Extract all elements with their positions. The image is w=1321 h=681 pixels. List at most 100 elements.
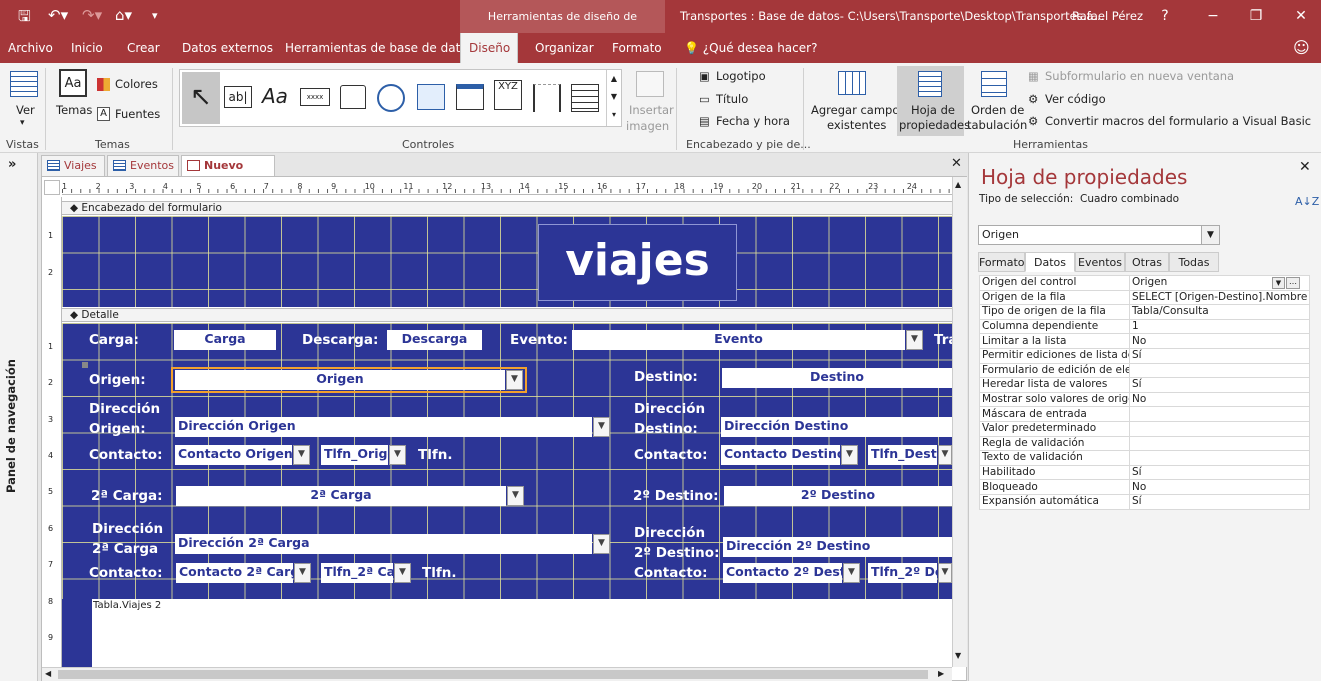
property-row[interactable]: Máscara de entrada: [979, 406, 1310, 422]
contacto-destino2-dropdown-icon[interactable]: ▼: [843, 563, 860, 583]
contacto-destino-dropdown-icon[interactable]: ▼: [841, 445, 858, 465]
property-row[interactable]: Regla de validación: [979, 435, 1310, 452]
tlfn-destino-dropdown-icon[interactable]: ▼: [938, 445, 952, 465]
property-value[interactable]: [1129, 450, 1310, 466]
smiley-icon[interactable]: ☺: [1285, 33, 1318, 63]
fonts-button[interactable]: Fuentes: [115, 107, 160, 121]
property-value[interactable]: Sí: [1129, 464, 1310, 481]
property-row[interactable]: Origen del control Origen: [979, 275, 1310, 291]
textbox-icon[interactable]: ab|: [224, 86, 252, 108]
selection-dropdown-icon[interactable]: ▼: [1201, 226, 1219, 244]
view-icon[interactable]: [10, 71, 38, 97]
convert-macros-button[interactable]: Convertir macros del formulario a Visual…: [1045, 114, 1311, 128]
contacto-origen-dropdown-icon[interactable]: ▼: [293, 445, 310, 465]
tab-inicio[interactable]: Inicio: [63, 33, 111, 63]
contacto-destino2-combo[interactable]: Contacto 2º Destino: [723, 563, 842, 583]
carga2-combo[interactable]: 2ª Carga: [176, 486, 506, 506]
tab-control-icon[interactable]: [340, 85, 366, 109]
scroll-thumb[interactable]: [58, 670, 928, 679]
tab-archivo[interactable]: Archivo: [0, 33, 61, 63]
tab-diseno[interactable]: Diseño: [460, 33, 518, 63]
control-source-dropdown-icon[interactable]: ▼: [1272, 277, 1285, 289]
redo-icon[interactable]: ↷▾: [82, 6, 102, 24]
selection-dropdown[interactable]: Origen: [978, 225, 1220, 245]
save-icon[interactable]: 🖫: [18, 6, 31, 31]
destino2-field[interactable]: 2º Destino: [724, 486, 952, 506]
prop-tab-todas[interactable]: Todas: [1169, 252, 1219, 272]
property-value[interactable]: No: [1129, 391, 1310, 408]
doc-tab-eventos[interactable]: Eventos: [107, 155, 179, 176]
evento-dropdown-icon[interactable]: ▼: [906, 330, 923, 350]
property-value[interactable]: No: [1129, 479, 1310, 495]
contacto-carga2-dropdown-icon[interactable]: ▼: [294, 563, 311, 583]
tab-organizar[interactable]: Organizar: [527, 33, 602, 63]
tlfn-carga2-dropdown-icon[interactable]: ▼: [394, 563, 411, 583]
direccion-destino2-field[interactable]: Dirección 2º Destino: [723, 537, 952, 557]
view-dropdown-icon[interactable]: ▾: [20, 118, 25, 128]
option-group-icon[interactable]: XYZ: [494, 80, 522, 110]
prop-tab-datos[interactable]: Datos: [1025, 252, 1075, 272]
destino-field[interactable]: Destino: [722, 368, 952, 388]
hyperlink-icon[interactable]: [377, 84, 405, 112]
direccion-carga2-combo[interactable]: Dirección 2ª Carga: [175, 534, 592, 554]
property-value[interactable]: SELECT [Origen-Destino].Nombre FR: [1129, 289, 1310, 306]
property-value[interactable]: Sí: [1129, 493, 1310, 510]
direccion-origen-dropdown-icon[interactable]: ▼: [593, 417, 610, 437]
property-row[interactable]: Expansión automática Sí: [979, 493, 1310, 510]
horizontal-scrollbar[interactable]: ◀ ▶: [42, 667, 952, 681]
property-row[interactable]: Formulario de edición de elei: [979, 362, 1310, 379]
form-title[interactable]: viajes: [538, 224, 737, 301]
carga2-dropdown-icon[interactable]: ▼: [507, 486, 524, 506]
format-painter-icon[interactable]: ⌂▾: [115, 6, 132, 24]
tab-herramientas-bd[interactable]: Herramientas de base de datos: [277, 33, 482, 63]
property-value[interactable]: No: [1129, 333, 1310, 349]
property-value[interactable]: [1129, 362, 1310, 379]
tab-order-button[interactable]: Orden de: [971, 103, 1024, 117]
title-button[interactable]: Título: [716, 92, 748, 106]
property-value[interactable]: Sí: [1129, 377, 1310, 393]
property-value[interactable]: Tabla/Consulta: [1129, 304, 1310, 320]
detail-band[interactable]: ◆ Detalle: [62, 308, 952, 322]
button-icon[interactable]: xxxx: [300, 88, 330, 106]
prop-tab-otras[interactable]: Otras: [1125, 252, 1169, 272]
descarga-field[interactable]: Descarga: [387, 330, 482, 350]
close-property-sheet-icon[interactable]: ✕: [1299, 159, 1311, 175]
colors-button[interactable]: Colores: [115, 77, 158, 91]
tlfn-destino-combo[interactable]: Tlfn_Destir: [868, 445, 937, 465]
property-row[interactable]: Heredar lista de valores Sí: [979, 377, 1310, 393]
contacto-origen-combo[interactable]: Contacto Origen: [175, 445, 292, 465]
origen-dropdown-icon[interactable]: ▼: [506, 370, 523, 390]
form-header-band[interactable]: ◆ Encabezado del formulario: [62, 201, 952, 215]
subform-new-window-button[interactable]: Subformulario en nueva ventana: [1045, 69, 1234, 83]
prop-tab-formato[interactable]: Formato: [978, 252, 1025, 272]
direccion-destino-field[interactable]: Dirección Destino: [721, 417, 952, 437]
property-row[interactable]: Texto de validación: [979, 450, 1310, 466]
property-row[interactable]: Bloqueado No: [979, 479, 1310, 495]
view-button[interactable]: Ver: [16, 103, 35, 117]
property-row[interactable]: Valor predeterminado: [979, 420, 1310, 437]
builder-icon[interactable]: …: [1286, 277, 1300, 289]
contacto-destino-combo[interactable]: Contacto Destino: [721, 445, 840, 465]
scroll-down-icon[interactable]: ▼: [955, 651, 961, 660]
subform-area[interactable]: [92, 599, 952, 667]
property-row[interactable]: Tipo de origen de la fila Tabla/Consulta: [979, 304, 1310, 320]
tlfn-carga2-combo[interactable]: Tlfn_2ª Car: [321, 563, 393, 583]
doc-tab-nuevo-viaje[interactable]: Nuevo Viaje: [181, 155, 275, 192]
subform-label[interactable]: Tabla.Viajes 2: [93, 600, 161, 611]
property-row[interactable]: Habilitado Sí: [979, 464, 1310, 481]
restore-icon[interactable]: ❐: [1236, 0, 1276, 33]
move-handle[interactable]: [82, 362, 88, 368]
form-selector[interactable]: [44, 180, 60, 195]
label-icon[interactable]: Aa: [262, 84, 288, 108]
direccion-origen-combo[interactable]: Dirección Origen: [175, 417, 592, 437]
property-value[interactable]: Sí: [1129, 347, 1310, 364]
tlfn-destino2-dropdown-icon[interactable]: ▼: [938, 563, 952, 583]
property-row[interactable]: Permitir ediciones de lista de Sí: [979, 347, 1310, 364]
expand-nav-icon[interactable]: »: [8, 157, 16, 172]
evento-combo[interactable]: Evento: [572, 330, 905, 350]
carga-field[interactable]: Carga: [174, 330, 276, 350]
prop-tab-eventos[interactable]: Eventos: [1075, 252, 1125, 272]
property-row[interactable]: Columna dependiente 1: [979, 318, 1310, 335]
select-pointer-icon[interactable]: ↖: [182, 72, 220, 124]
logo-button[interactable]: Logotipo: [716, 69, 766, 83]
